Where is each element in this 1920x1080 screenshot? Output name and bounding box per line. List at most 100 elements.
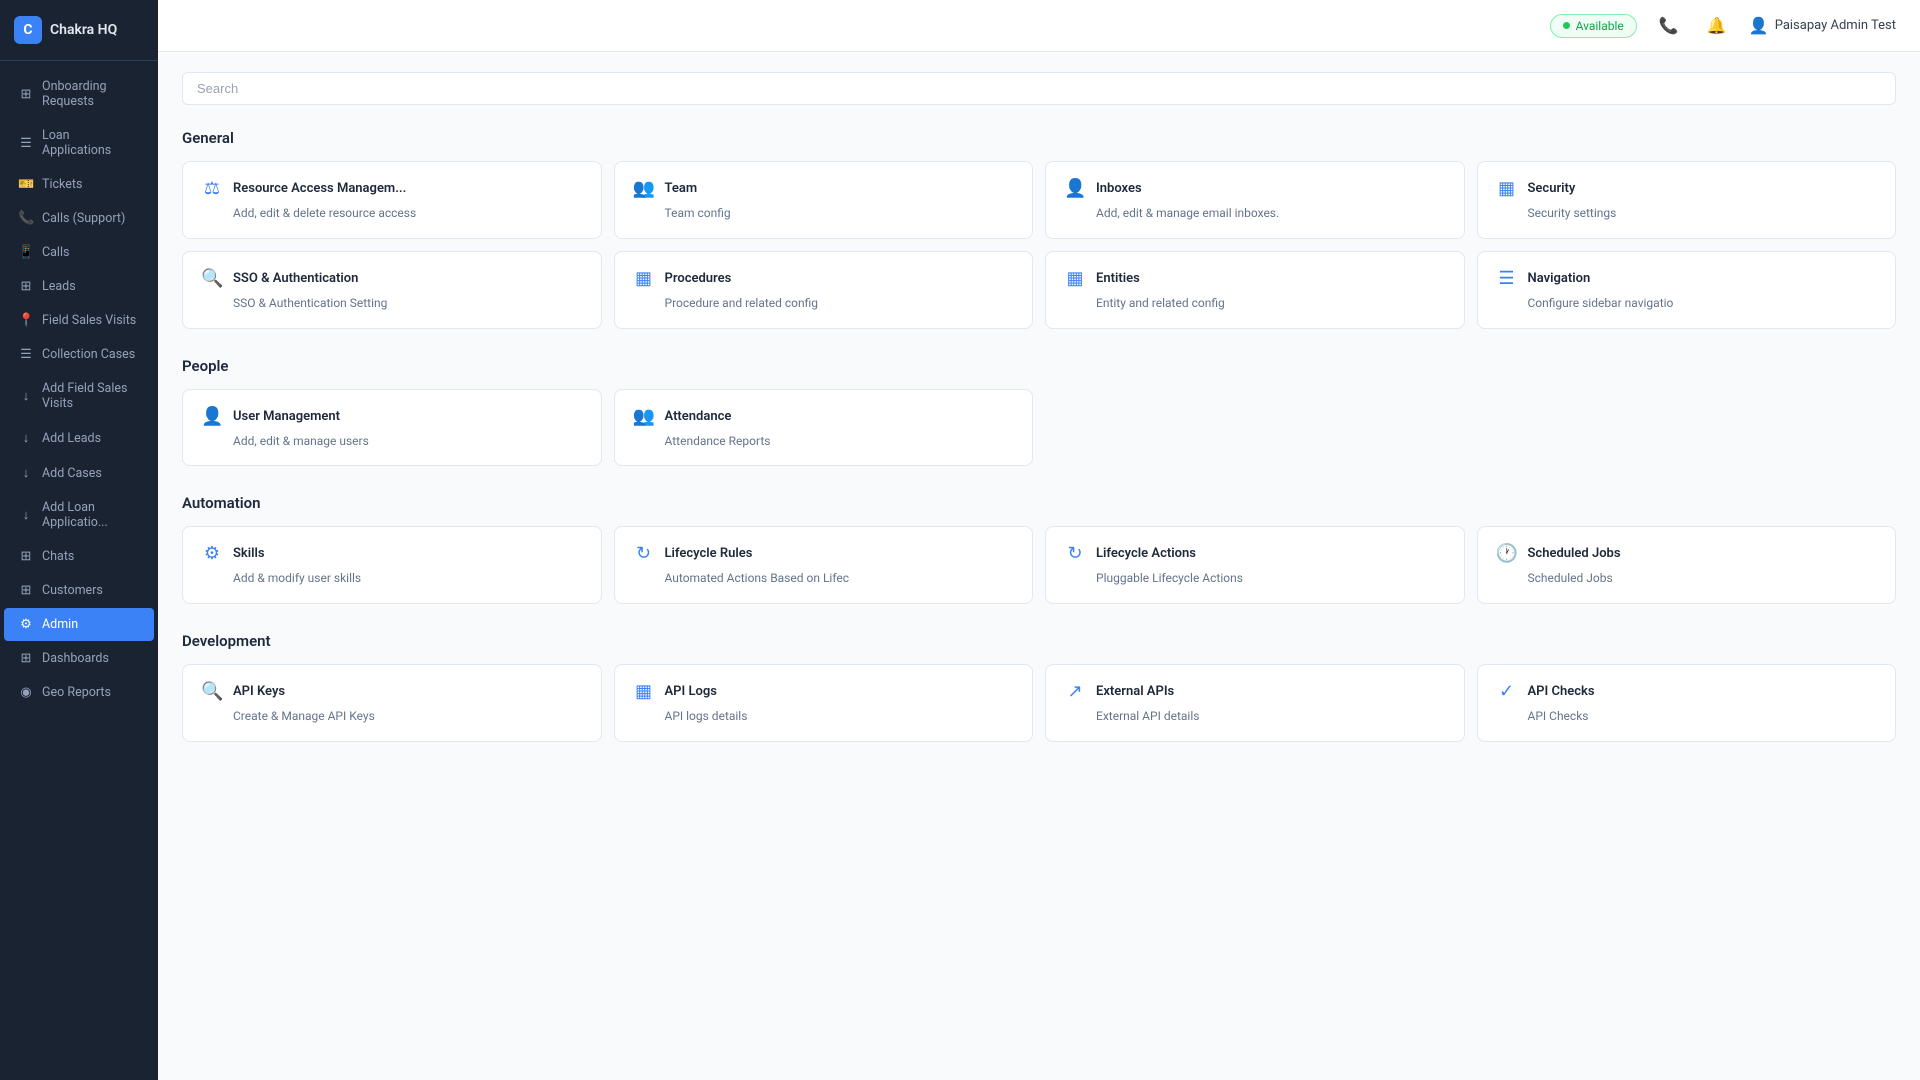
card-navigation-header: ☰ Navigation <box>1496 268 1878 289</box>
leads-icon: ⊞ <box>18 279 34 294</box>
card-lifecycle-rules-icon: ↻ <box>633 543 655 564</box>
tickets-icon: 🎫 <box>18 177 34 192</box>
page-content: General ⚖ Resource Access Managem... Add… <box>158 52 1920 1080</box>
card-attendance-title: Attendance <box>665 409 732 424</box>
card-attendance-header: 👥 Attendance <box>633 406 1015 427</box>
main-content: Available 📞 🔔 👤 Paisapay Admin Test Gene… <box>158 0 1920 1080</box>
card-external-apis[interactable]: ↗ External APIs External API details <box>1045 664 1465 742</box>
card-lifecycle-rules[interactable]: ↻ Lifecycle Rules Automated Actions Base… <box>614 526 1034 604</box>
card-api-checks-icon: ✓ <box>1496 681 1518 702</box>
card-skills-icon: ⚙ <box>201 543 223 564</box>
sidebar-item-leads[interactable]: ⊞ Leads <box>4 270 154 303</box>
dashboards-icon: ⊞ <box>18 651 34 666</box>
sidebar-item-admin[interactable]: ⚙ Admin <box>4 608 154 641</box>
search-input[interactable] <box>182 72 1896 105</box>
card-api-keys-header: 🔍 API Keys <box>201 681 583 702</box>
sidebar-item-onboarding-requests[interactable]: ⊞ Onboarding Requests <box>4 70 154 118</box>
onboarding-requests-icon: ⊞ <box>18 87 34 102</box>
card-api-logs[interactable]: ▦ API Logs API logs details <box>614 664 1034 742</box>
card-lifecycle-actions-header: ↻ Lifecycle Actions <box>1064 543 1446 564</box>
card-team[interactable]: 👥 Team Team config <box>614 161 1034 239</box>
card-api-keys-title: API Keys <box>233 684 285 699</box>
card-api-logs-title: API Logs <box>665 684 717 699</box>
card-lifecycle-actions-title: Lifecycle Actions <box>1096 546 1196 561</box>
sidebar-item-loan-applications[interactable]: ☰ Loan Applications <box>4 119 154 167</box>
field-sales-visits-icon: 📍 <box>18 313 34 328</box>
card-lifecycle-rules-header: ↻ Lifecycle Rules <box>633 543 1015 564</box>
card-entities-title: Entities <box>1096 271 1140 286</box>
sidebar-item-calls[interactable]: 📱 Calls <box>4 236 154 269</box>
app-logo[interactable]: C Chakra HQ <box>0 0 158 61</box>
card-external-apis-header: ↗ External APIs <box>1064 681 1446 702</box>
card-entities[interactable]: ▦ Entities Entity and related config <box>1045 251 1465 329</box>
calls-icon: 📱 <box>18 245 34 260</box>
card-scheduled-jobs-icon: 🕐 <box>1496 543 1518 564</box>
section-development-grid: 🔍 API Keys Create & Manage API Keys ▦ AP… <box>182 664 1896 742</box>
card-security-desc: Security settings <box>1496 205 1878 222</box>
card-security-header: ▦ Security <box>1496 178 1878 199</box>
sidebar-item-customers[interactable]: ⊞ Customers <box>4 574 154 607</box>
admin-icon: ⚙ <box>18 617 34 632</box>
card-lifecycle-actions-icon: ↻ <box>1064 543 1086 564</box>
sidebar-item-chats[interactable]: ⊞ Chats <box>4 540 154 573</box>
customers-icon: ⊞ <box>18 583 34 598</box>
customers-label: Customers <box>42 583 103 598</box>
card-attendance-icon: 👥 <box>633 406 655 427</box>
chats-label: Chats <box>42 549 74 564</box>
card-user-management[interactable]: 👤 User Management Add, edit & manage use… <box>182 389 602 467</box>
sidebar-item-add-cases[interactable]: ↓ Add Cases <box>4 456 154 490</box>
card-attendance-desc: Attendance Reports <box>633 433 1015 450</box>
status-badge[interactable]: Available <box>1550 14 1637 38</box>
card-api-checks-desc: API Checks <box>1496 708 1878 725</box>
bell-icon[interactable]: 🔔 <box>1701 10 1733 42</box>
sidebar-item-add-loan-applications[interactable]: ↓ Add Loan Applicatio... <box>4 491 154 539</box>
card-sso-auth-desc: SSO & Authentication Setting <box>201 295 583 312</box>
logo-icon: C <box>14 16 42 44</box>
card-user-management-icon: 👤 <box>201 406 223 427</box>
header: Available 📞 🔔 👤 Paisapay Admin Test <box>158 0 1920 52</box>
sidebar: C Chakra HQ ⊞ Onboarding Requests ☰ Loan… <box>0 0 158 1080</box>
card-navigation[interactable]: ☰ Navigation Configure sidebar navigatio <box>1477 251 1897 329</box>
sidebar-item-geo-reports[interactable]: ◉ Geo Reports <box>4 676 154 709</box>
section-automation: Automation ⚙ Skills Add & modify user sk… <box>182 494 1896 604</box>
onboarding-requests-label: Onboarding Requests <box>42 79 140 109</box>
card-skills[interactable]: ⚙ Skills Add & modify user skills <box>182 526 602 604</box>
user-name: Paisapay Admin Test <box>1775 18 1896 33</box>
card-team-desc: Team config <box>633 205 1015 222</box>
card-lifecycle-actions[interactable]: ↻ Lifecycle Actions Pluggable Lifecycle … <box>1045 526 1465 604</box>
card-resource-access[interactable]: ⚖ Resource Access Managem... Add, edit &… <box>182 161 602 239</box>
card-sso-auth[interactable]: 🔍 SSO & Authentication SSO & Authenticat… <box>182 251 602 329</box>
sidebar-item-collection-cases[interactable]: ☰ Collection Cases <box>4 338 154 371</box>
user-avatar-icon: 👤 <box>1749 16 1769 35</box>
card-api-keys[interactable]: 🔍 API Keys Create & Manage API Keys <box>182 664 602 742</box>
user-menu[interactable]: 👤 Paisapay Admin Test <box>1749 16 1896 35</box>
sidebar-item-dashboards[interactable]: ⊞ Dashboards <box>4 642 154 675</box>
sidebar-item-calls-support[interactable]: 📞 Calls (Support) <box>4 202 154 235</box>
card-security[interactable]: ▦ Security Security settings <box>1477 161 1897 239</box>
card-scheduled-jobs-header: 🕐 Scheduled Jobs <box>1496 543 1878 564</box>
sidebar-item-field-sales-visits[interactable]: 📍 Field Sales Visits <box>4 304 154 337</box>
card-attendance[interactable]: 👥 Attendance Attendance Reports <box>614 389 1034 467</box>
section-people: People 👤 User Management Add, edit & man… <box>182 357 1896 467</box>
phone-icon[interactable]: 📞 <box>1653 10 1685 42</box>
add-loan-applications-icon: ↓ <box>18 507 34 523</box>
card-procedures[interactable]: ▦ Procedures Procedure and related confi… <box>614 251 1034 329</box>
sidebar-item-add-field-sales-visits[interactable]: ↓ Add Field Sales Visits <box>4 372 154 420</box>
add-field-sales-visits-label: Add Field Sales Visits <box>42 381 140 411</box>
card-lifecycle-rules-title: Lifecycle Rules <box>665 546 753 561</box>
sidebar-item-add-leads[interactable]: ↓ Add Leads <box>4 421 154 455</box>
sidebar-item-tickets[interactable]: 🎫 Tickets <box>4 168 154 201</box>
card-user-management-desc: Add, edit & manage users <box>201 433 583 450</box>
card-external-apis-desc: External API details <box>1064 708 1446 725</box>
card-api-checks-header: ✓ API Checks <box>1496 681 1878 702</box>
card-api-checks[interactable]: ✓ API Checks API Checks <box>1477 664 1897 742</box>
card-navigation-desc: Configure sidebar navigatio <box>1496 295 1878 312</box>
card-inboxes[interactable]: 👤 Inboxes Add, edit & manage email inbox… <box>1045 161 1465 239</box>
card-lifecycle-rules-desc: Automated Actions Based on Lifec <box>633 570 1015 587</box>
section-people-grid: 👤 User Management Add, edit & manage use… <box>182 389 1896 467</box>
card-scheduled-jobs[interactable]: 🕐 Scheduled Jobs Scheduled Jobs <box>1477 526 1897 604</box>
collection-cases-icon: ☰ <box>18 347 34 362</box>
add-field-sales-visits-icon: ↓ <box>18 388 34 404</box>
card-resource-access-desc: Add, edit & delete resource access <box>201 205 583 222</box>
card-api-logs-icon: ▦ <box>633 681 655 702</box>
